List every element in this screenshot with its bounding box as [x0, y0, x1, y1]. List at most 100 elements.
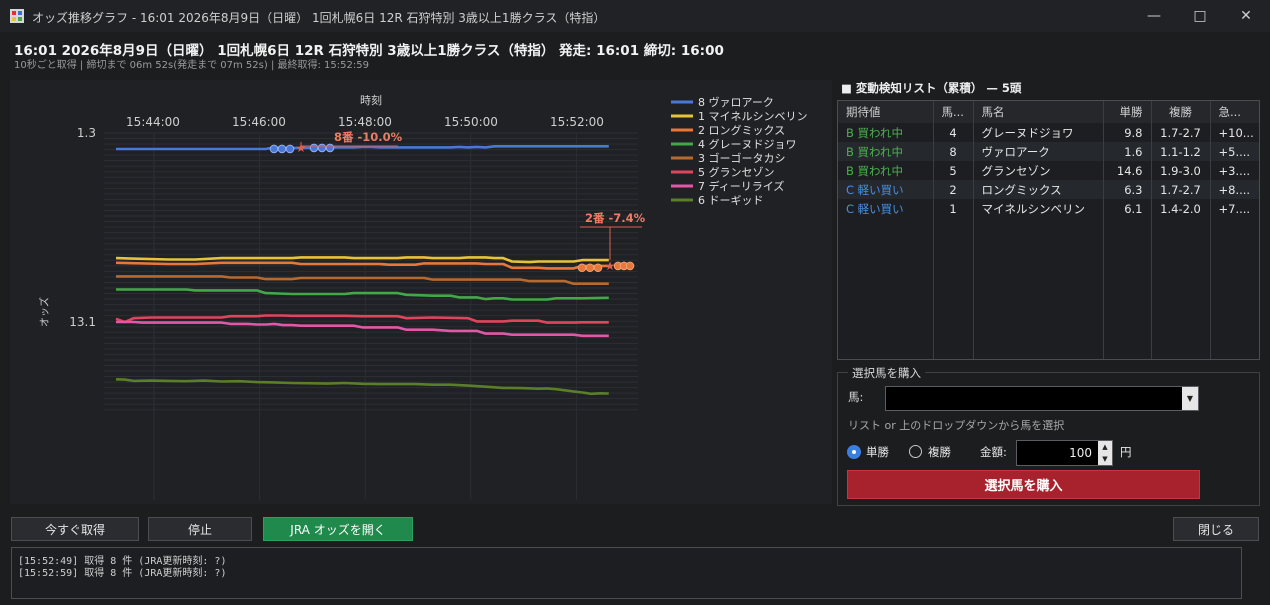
legend-label: 8 ヴァロアーク: [698, 95, 774, 109]
cell-rapid: +7....: [1210, 199, 1259, 218]
series-line: [115, 378, 609, 396]
x-tick-label: 15:48:00: [338, 115, 392, 129]
fetch-now-button[interactable]: 今すぐ取得: [11, 517, 139, 541]
title-bar: オッズ推移グラフ - 16:01 2026年8月9日（日曜） 1回札幌6日 12…: [0, 0, 1270, 32]
amount-label: 金額:: [980, 445, 1007, 459]
cell-horse-name: ヴァロアーク: [973, 142, 1104, 161]
annotation-label: 8番 -10.0%: [334, 130, 403, 144]
horse-label: 馬:: [848, 390, 864, 404]
close-button[interactable]: 閉じる: [1173, 517, 1259, 541]
col-number[interactable]: 馬...: [933, 101, 974, 123]
cell-horse-name: マイネルシンベリン: [973, 199, 1104, 218]
amount-stepper[interactable]: 100 ▲ ▼: [1016, 440, 1113, 466]
detect-list-title: ■ 変動検知リスト（累積） — 5頭: [841, 81, 1022, 95]
chart-markers: ★8番 -10.0%★2番 -7.4%: [269, 130, 646, 273]
series-line: [116, 320, 609, 338]
table-row[interactable]: B 買われ中 8 ヴァロアーク 1.6 1.1-1.2 +5....: [838, 142, 1259, 161]
y-tick-label: 13.1: [69, 315, 96, 329]
series-line: [115, 256, 609, 264]
cell-expect: C 軽い買い: [838, 199, 934, 218]
stop-button[interactable]: 停止: [148, 517, 252, 541]
table-row[interactable]: C 軽い買い 1 マイネルシンベリン 6.1 1.4-2.0 +7....: [838, 199, 1259, 218]
legend-label: 3 ゴーゴータカシ: [698, 151, 786, 165]
cell-horse-name: グレーヌドジョワ: [973, 123, 1104, 142]
cell-place: 1.4-2.0: [1151, 199, 1211, 218]
cell-rapid: +3....: [1210, 161, 1259, 180]
x-axis-label: 時刻: [360, 93, 382, 107]
detect-marker: [269, 144, 279, 154]
place-radio-label: 複勝: [928, 445, 951, 459]
detect-marker: [625, 261, 635, 271]
buy-panel-title: 選択馬を購入: [848, 365, 925, 381]
detect-marker: [309, 143, 319, 153]
table-row[interactable]: C 軽い買い 2 ロングミックス 6.3 1.7-2.7 +8....: [838, 180, 1259, 199]
table-row[interactable]: B 買われ中 4 グレーヌドジョワ 9.8 1.7-2.7 +10...: [838, 123, 1259, 142]
detect-marker: [577, 263, 587, 273]
cell-place: 1.9-3.0: [1151, 161, 1211, 180]
cell-place: 1.7-2.7: [1151, 123, 1211, 142]
cell-expect: B 買われ中: [838, 161, 934, 180]
cell-win: 6.1: [1103, 199, 1152, 218]
star-marker: ★: [605, 259, 616, 273]
cell-number: 1: [933, 199, 974, 218]
col-horse-name[interactable]: 馬名: [973, 101, 1104, 123]
app-icon: [10, 9, 24, 23]
cell-horse-name: ロングミックス: [973, 180, 1104, 199]
legend-label: 6 ドーギッド: [698, 194, 764, 207]
window-title: オッズ推移グラフ - 16:01 2026年8月9日（日曜） 1回札幌6日 12…: [32, 11, 606, 25]
detect-marker: [317, 143, 327, 153]
open-jra-odds-button[interactable]: JRA オッズを開く: [263, 517, 413, 541]
chart-series: [115, 145, 609, 396]
col-rapid[interactable]: 急...: [1210, 101, 1259, 123]
close-icon[interactable]: ✕: [1223, 0, 1269, 32]
col-place[interactable]: 複勝: [1151, 101, 1211, 123]
legend-label: 5 グランセゾン: [698, 165, 775, 179]
place-radio[interactable]: [909, 445, 922, 458]
annotation-label: 2番 -7.4%: [585, 211, 646, 225]
chart-legend: 8 ヴァロアーク1 マイネルシンベリン2 ロングミックス4 グレーヌドジョワ3 …: [671, 95, 808, 207]
detect-marker: [325, 143, 335, 153]
maximize-icon[interactable]: □: [1177, 0, 1223, 32]
stepper-up-icon[interactable]: ▲: [1098, 441, 1112, 453]
minimize-icon[interactable]: —: [1131, 0, 1177, 32]
cell-expect: B 買われ中: [838, 123, 934, 142]
detect-marker: [593, 263, 603, 273]
cell-horse-name: グランセゾン: [973, 161, 1104, 180]
chevron-down-icon[interactable]: ▼: [1182, 387, 1198, 410]
odds-chart: ★8番 -10.0%★2番 -7.4% 時刻15:44:00 15:46:00 15…: [38, 93, 808, 500]
detect-marker: [285, 144, 295, 154]
legend-label: 4 グレーヌドジョワ: [698, 137, 797, 151]
cell-rapid: +8....: [1210, 180, 1259, 199]
series-line: [116, 288, 609, 301]
legend-label: 1 マイネルシンベリン: [698, 110, 808, 123]
buy-hint: リスト or 上のドロップダウンから馬を選択: [848, 419, 1065, 432]
cell-number: 4: [933, 123, 974, 142]
cell-expect: C 軽い買い: [838, 180, 934, 199]
win-radio-label: 単勝: [866, 445, 889, 459]
col-expect[interactable]: 期待値: [838, 101, 934, 123]
detect-marker: [585, 263, 595, 273]
stepper-down-icon[interactable]: ▼: [1098, 453, 1112, 465]
cell-number: 8: [933, 142, 974, 161]
detect-marker: [277, 144, 287, 154]
odds-chart-panel: ★ 8番 -10.0% ★ 2番 -7.4% 時刻 15:44:00 15:46:00 15…: [10, 80, 832, 504]
horse-dropdown[interactable]: ▼: [885, 386, 1199, 411]
win-radio[interactable]: [847, 445, 861, 459]
cell-place: 1.7-2.7: [1151, 180, 1211, 199]
cell-rapid: +10...: [1210, 123, 1259, 142]
fetch-status: 10秒ごと取得 | 締切まで 06m 52s(発走まで 07m 52s) | 最…: [14, 60, 369, 71]
log-area[interactable]: [15:52:49] 取得 8 件 (JRA更新時刻: ?) [15:52:59…: [11, 547, 1242, 599]
table-row[interactable]: B 買われ中 5 グランセゾン 14.6 1.9-3.0 +3....: [838, 161, 1259, 180]
x-tick-label: 15:46:00: [232, 115, 286, 129]
legend-label: 7 ディーリライズ: [698, 179, 784, 193]
buy-button[interactable]: 選択馬を購入: [847, 470, 1200, 499]
y-tick-label: 1.3: [77, 126, 96, 140]
cell-number: 2: [933, 180, 974, 199]
legend-label: 2 ロングミックス: [698, 123, 785, 137]
log-line: [15:52:59] 取得 8 件 (JRA更新時刻: ?): [18, 568, 227, 579]
cell-place: 1.1-1.2: [1151, 142, 1211, 161]
detect-list[interactable]: 期待値 馬... 馬名 単勝 複勝 急... B 買われ中 4 グレーヌドジョワ 9.…: [837, 100, 1260, 360]
col-win[interactable]: 単勝: [1103, 101, 1152, 123]
cell-number: 5: [933, 161, 974, 180]
cell-win: 9.8: [1103, 123, 1152, 142]
